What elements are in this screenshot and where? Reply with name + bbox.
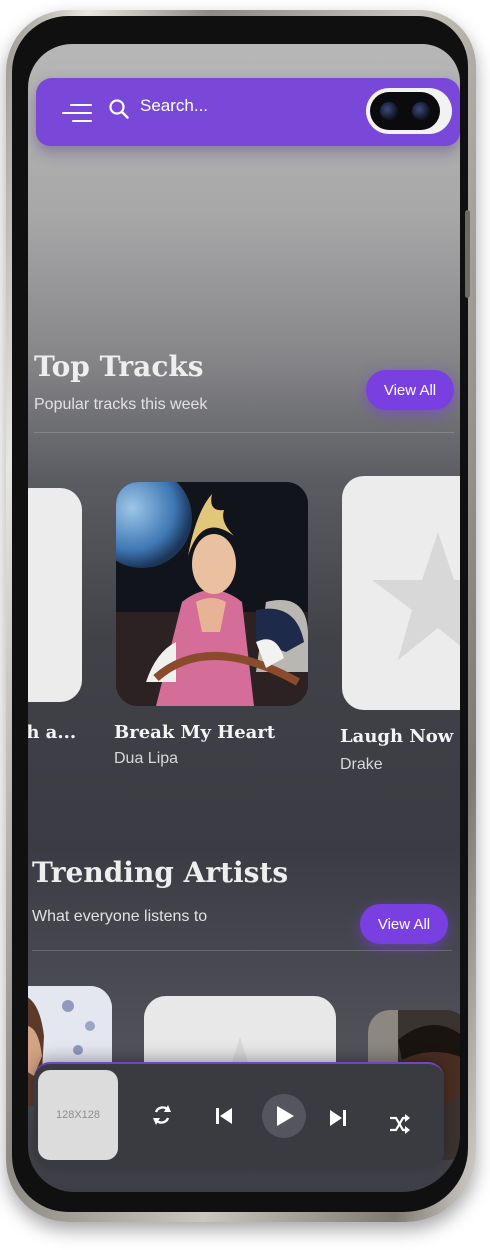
track-title: th a...	[28, 722, 77, 743]
track-card-laugh-now[interactable]	[342, 476, 460, 710]
track-title: Laugh Now Cr	[340, 726, 460, 747]
star-placeholder-icon	[372, 532, 460, 660]
top-bar: Search...	[36, 78, 460, 146]
top-tracks-subtitle: Popular tracks this week	[34, 396, 208, 413]
app-screen: Search... Top Tracks Popular tracks this…	[28, 44, 460, 1192]
play-icon	[277, 1106, 294, 1126]
menu-icon[interactable]	[62, 102, 92, 124]
now-playing-thumbnail: 128X128	[38, 1070, 118, 1160]
shuffle-icon[interactable]	[388, 1114, 410, 1134]
search-input[interactable]: Search...	[140, 96, 208, 116]
repeat-icon[interactable]	[152, 1104, 172, 1126]
search-icon[interactable]	[108, 98, 130, 120]
top-tracks-title: Top Tracks	[34, 350, 204, 383]
trending-artists-view-all-button[interactable]: View All	[360, 904, 448, 944]
skip-previous-icon[interactable]	[214, 1106, 234, 1126]
skip-next-icon[interactable]	[328, 1108, 348, 1128]
track-card-left[interactable]	[28, 488, 82, 702]
phone-frame: Search... Top Tracks Popular tracks this…	[6, 10, 476, 1222]
track-title: Break My Heart	[114, 722, 276, 743]
top-tracks-view-all-button[interactable]: View All	[366, 370, 454, 410]
side-button	[465, 210, 470, 298]
trending-artists-subtitle: What everyone listens to	[32, 908, 208, 925]
track-card-break-my-heart[interactable]	[116, 482, 308, 706]
trending-artists-divider	[32, 950, 452, 951]
star-placeholder-icon	[28, 488, 82, 702]
track-artist: Drake	[340, 756, 383, 773]
play-button[interactable]	[262, 1094, 306, 1138]
top-tracks-divider	[34, 432, 454, 433]
trending-artists-title: Trending Artists	[32, 856, 289, 889]
track-artist: Dua Lipa	[114, 750, 179, 767]
album-art-image	[116, 482, 308, 706]
front-camera	[366, 88, 452, 134]
player-bar: 128X128	[34, 1062, 444, 1168]
